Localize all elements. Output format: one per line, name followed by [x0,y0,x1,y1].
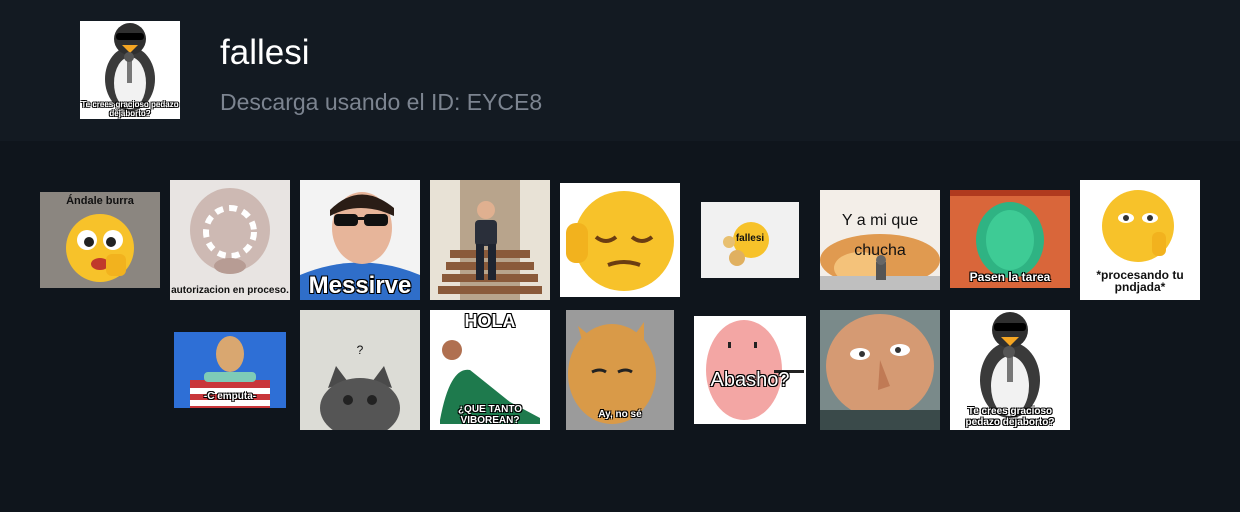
pack-cover-image[interactable]: Te crees gracioso pedazo dejaborto? [80,21,180,119]
pack-header: Te crees gracioso pedazo dejaborto? fall… [0,0,1240,141]
sticker-andale-burra[interactable]: Ándale burra [40,192,160,288]
pack-title: fallesi [220,33,310,72]
sticker-question-cat[interactable]: ? [300,310,420,430]
sticker-abasho[interactable]: Abasho? [694,316,806,424]
sticker-messirve[interactable]: Messirve [300,180,420,300]
sticker-ay-no-se[interactable]: Ay, no sé [566,310,674,430]
sticker-y-a-mi-que-chucha[interactable]: Y a mi que chucha [820,190,940,290]
sticker-stairs-man[interactable] [430,180,550,300]
sticker-gru-face[interactable] [820,310,940,430]
sticker-tired-emoji[interactable] [560,183,680,297]
sticker-procesando[interactable]: *procesando tu pndjada* [1080,180,1200,300]
sticker-penguin-mic[interactable]: Te crees gracioso pedazo dejaborto? [950,310,1070,430]
sticker-c-emputa[interactable]: -C emputa- [174,332,286,408]
sticker-pasen-la-tarea[interactable]: Pasen la tarea [950,190,1070,288]
sticker-fallesi[interactable]: fallesi [701,202,799,278]
pack-download-id: Descarga usando el ID: EYCE8 [220,89,543,115]
sticker-autorizacion[interactable]: autorizacion en proceso. [170,180,290,300]
sticker-hola-viborean[interactable]: HOLA ¿QUE TANTO VIBOREAN? [430,310,550,430]
